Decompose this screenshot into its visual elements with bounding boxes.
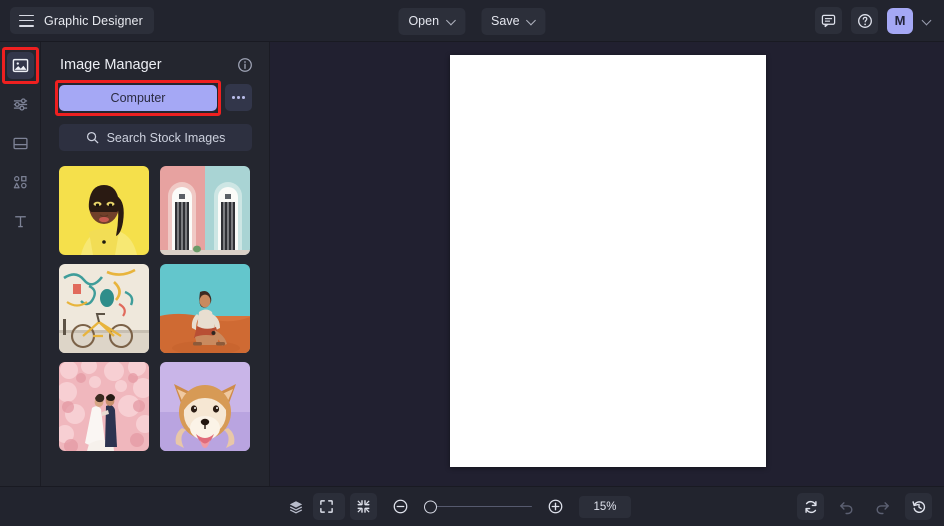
man-desert-image xyxy=(159,264,250,353)
image-icon xyxy=(12,58,28,73)
sidebar-item-image-manager[interactable] xyxy=(1,47,39,84)
comment-button[interactable] xyxy=(815,7,842,34)
fit-screen-button[interactable] xyxy=(313,493,340,520)
help-button[interactable] xyxy=(851,7,878,34)
more-horizontal-icon xyxy=(231,96,235,99)
chevron-down-icon xyxy=(447,17,455,25)
layers-button[interactable] xyxy=(282,493,309,520)
pastel-doors-image xyxy=(159,166,250,255)
zoom-slider-handle[interactable] xyxy=(424,500,437,513)
search-stock-images-input[interactable]: Search Stock Images xyxy=(59,124,252,151)
app-title: Graphic Designer xyxy=(44,13,143,28)
undo-icon xyxy=(840,502,853,515)
image-manager-panel: Image Manager Computer Search Stock Imag… xyxy=(41,42,270,486)
canvas-document[interactable] xyxy=(450,55,766,467)
portrait-woman-yellow-image xyxy=(59,166,149,255)
zoom-level-value[interactable]: 15% xyxy=(579,495,631,518)
zoom-out-button[interactable] xyxy=(387,493,414,520)
more-options-button[interactable] xyxy=(225,84,252,111)
thumbnail-bicycle-mural[interactable] xyxy=(59,264,149,353)
sidebar-item-text[interactable] xyxy=(7,208,34,235)
text-t-icon xyxy=(14,216,26,228)
thumbnail-shiba-dog[interactable] xyxy=(159,362,250,451)
panel-header: Image Manager xyxy=(41,42,269,84)
help-circle-icon xyxy=(857,13,872,28)
shapes-icon xyxy=(13,176,27,189)
search-placeholder: Search Stock Images xyxy=(106,130,226,145)
refresh-icon xyxy=(804,500,817,513)
sidebar-item-shapes[interactable] xyxy=(7,169,34,196)
save-label: Save xyxy=(491,14,520,28)
wedding-blossoms-image xyxy=(59,362,149,451)
app-window: Graphic Designer Open Save M Image Manag… xyxy=(0,0,944,526)
open-button[interactable]: Open xyxy=(398,7,466,35)
comment-icon xyxy=(821,14,836,28)
panel-title: Image Manager xyxy=(60,57,162,73)
fit-screen-icon xyxy=(320,500,333,513)
header-center: Open Save xyxy=(398,0,546,42)
history-button[interactable] xyxy=(905,493,932,520)
thumbnail-pastel-doors[interactable] xyxy=(159,166,250,255)
zoom-in-icon xyxy=(548,499,563,514)
hamburger-icon[interactable] xyxy=(19,14,34,27)
avatar[interactable]: M xyxy=(887,7,913,34)
refresh-button[interactable] xyxy=(797,493,824,520)
thumbnail-man-desert[interactable] xyxy=(159,264,250,353)
footer-right-tools xyxy=(797,493,932,520)
app-header: Graphic Designer Open Save M xyxy=(0,0,944,42)
sidebar-item-layouts[interactable] xyxy=(7,130,34,157)
undo-button[interactable] xyxy=(833,493,860,520)
info-circle-icon xyxy=(238,58,252,72)
layers-icon xyxy=(289,500,302,513)
sidebar-item-adjustments[interactable] xyxy=(7,91,34,118)
app-body: Image Manager Computer Search Stock Imag… xyxy=(0,42,944,486)
zoom-slider[interactable] xyxy=(424,500,532,514)
zoom-out-icon xyxy=(393,499,408,514)
image-thumbnail-grid xyxy=(41,151,269,463)
app-footer: 15% xyxy=(0,486,944,526)
tool-rail xyxy=(0,42,41,486)
thumbnail-portrait-woman-yellow[interactable] xyxy=(59,166,149,255)
panel-source-actions: Computer xyxy=(41,79,269,116)
redo-button[interactable] xyxy=(869,493,896,520)
footer-zoom-controls: 15% xyxy=(313,493,631,520)
computer-button-wrap: Computer xyxy=(55,79,221,116)
header-right: M xyxy=(815,7,944,34)
save-button[interactable]: Save xyxy=(481,7,546,35)
bicycle-mural-image xyxy=(59,264,149,353)
open-label: Open xyxy=(408,14,440,28)
shrink-to-fit-button[interactable] xyxy=(350,493,377,520)
redo-icon xyxy=(876,502,889,515)
app-title-chip[interactable]: Graphic Designer xyxy=(10,7,154,34)
header-left: Graphic Designer xyxy=(0,7,154,34)
history-icon xyxy=(911,500,925,513)
thumbnail-wedding-blossoms[interactable] xyxy=(59,362,149,451)
info-button[interactable] xyxy=(237,57,253,73)
zoom-in-button[interactable] xyxy=(542,493,569,520)
avatar-chevron-down-icon[interactable] xyxy=(923,16,932,25)
chevron-down-icon xyxy=(528,17,536,25)
search-icon xyxy=(86,131,98,144)
zoom-slider-track xyxy=(430,505,532,508)
computer-button[interactable]: Computer xyxy=(59,84,217,111)
sliders-icon xyxy=(13,98,27,111)
layout-frame-icon xyxy=(12,137,28,150)
shiba-dog-image xyxy=(159,362,250,451)
shrink-icon xyxy=(357,500,370,513)
canvas-workspace[interactable] xyxy=(270,42,944,486)
